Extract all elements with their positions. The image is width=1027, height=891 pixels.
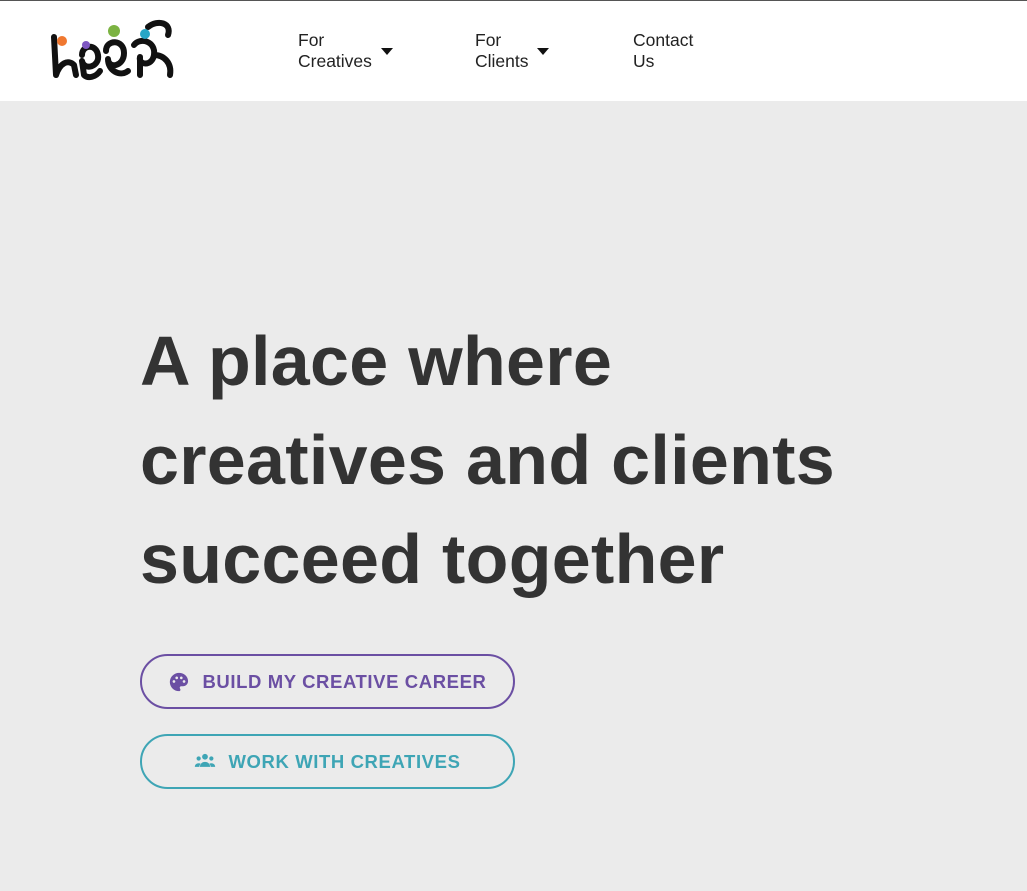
build-creative-career-label: BUILD MY CREATIVE CAREER	[202, 670, 487, 692]
caret-down-icon	[380, 48, 393, 55]
work-with-creatives-label: WORK WITH CREATIVES	[228, 750, 461, 772]
nav-for-clients[interactable]: For Clients	[475, 30, 550, 71]
work-with-creatives-button[interactable]: WORK WITH CREATIVES	[140, 734, 515, 789]
site-header: For Creatives For Clients Contact Us	[0, 1, 1027, 101]
users-icon	[194, 751, 216, 773]
caret-down-icon	[537, 48, 550, 55]
site-logo[interactable]	[48, 15, 178, 83]
build-creative-career-button[interactable]: BUILD MY CREATIVE CAREER	[140, 654, 515, 709]
nav-for-creatives[interactable]: For Creatives	[298, 30, 393, 71]
nav-contact-us-label: Contact Us	[633, 30, 694, 71]
hero-title: A place where creatives and clients succ…	[140, 312, 900, 609]
nav-for-clients-label: For Clients	[475, 30, 529, 71]
hero-title-line: succeed together	[140, 520, 725, 598]
nav-for-creatives-label: For Creatives	[298, 30, 372, 71]
hero-title-line: creatives and clients	[140, 421, 835, 499]
hero-title-line: A place where	[140, 322, 613, 400]
nav-contact-us[interactable]: Contact Us	[633, 30, 693, 71]
palette-icon	[168, 671, 190, 693]
